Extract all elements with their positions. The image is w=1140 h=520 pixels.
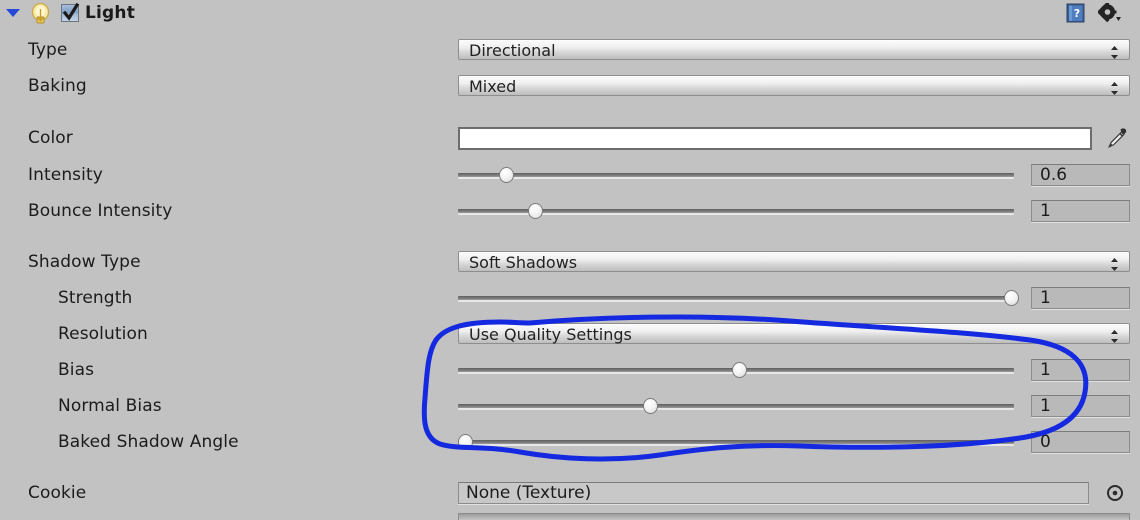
component-header[interactable]: Light ? <box>0 0 1140 28</box>
label-bounce-intensity: Bounce Intensity <box>28 201 173 221</box>
normal-bias-value: 1 <box>1040 396 1051 416</box>
type-dropdown[interactable]: Directional <box>458 39 1130 60</box>
label-strength: Strength <box>58 288 133 308</box>
intensity-value: 0.6 <box>1040 165 1068 185</box>
label-shadow-type: Shadow Type <box>28 252 141 272</box>
row-baked-shadow-angle: Baked Shadow Angle 0 <box>0 430 1140 454</box>
object-picker-icon[interactable] <box>1106 484 1124 502</box>
bounce-intensity-slider[interactable] <box>458 199 1014 223</box>
bias-slider[interactable] <box>458 358 1014 382</box>
normal-bias-number-field[interactable]: 1 <box>1031 395 1130 417</box>
color-swatch-field[interactable] <box>458 127 1092 150</box>
slider-knob[interactable] <box>642 398 658 414</box>
slider-knob[interactable] <box>731 362 747 378</box>
label-color: Color <box>28 128 73 148</box>
label-intensity: Intensity <box>28 165 103 185</box>
row-baking: Baking Mixed <box>0 74 1140 98</box>
row-type: Type Directional <box>0 38 1140 62</box>
light-enabled-checkbox[interactable] <box>61 3 80 22</box>
strength-value: 1 <box>1040 288 1051 308</box>
label-type: Type <box>28 40 68 60</box>
chevron-updown-icon <box>1110 328 1119 343</box>
intensity-number-field[interactable]: 0.6 <box>1031 164 1130 186</box>
baking-dropdown-value: Mixed <box>469 77 517 96</box>
normal-bias-slider[interactable] <box>458 394 1014 418</box>
shadow-type-dropdown[interactable]: Soft Shadows <box>458 251 1130 272</box>
baked-shadow-angle-value: 0 <box>1040 432 1051 452</box>
help-book-icon[interactable]: ? <box>1066 3 1086 24</box>
label-bias: Bias <box>58 360 95 380</box>
row-intensity: Intensity 0.6 <box>0 163 1140 187</box>
next-row-partial[interactable] <box>458 513 1130 520</box>
row-resolution: Resolution Use Quality Settings <box>0 322 1140 346</box>
row-strength: Strength 1 <box>0 286 1140 310</box>
cookie-object-field[interactable]: None (Texture) <box>458 482 1089 504</box>
eyedropper-icon[interactable] <box>1104 127 1128 150</box>
intensity-slider[interactable] <box>458 163 1014 187</box>
shadow-type-dropdown-value: Soft Shadows <box>469 253 578 272</box>
slider-track-highlight <box>458 177 1014 179</box>
baking-dropdown[interactable]: Mixed <box>458 75 1130 96</box>
row-normal-bias: Normal Bias 1 <box>0 394 1140 418</box>
strength-slider[interactable] <box>458 286 1020 310</box>
label-normal-bias: Normal Bias <box>58 396 162 416</box>
row-bounce-intensity: Bounce Intensity 1 <box>0 199 1140 223</box>
chevron-updown-icon <box>1110 44 1119 59</box>
light-bulb-icon <box>31 2 50 25</box>
resolution-dropdown[interactable]: Use Quality Settings <box>458 323 1130 344</box>
label-resolution: Resolution <box>58 324 148 344</box>
bias-number-field[interactable]: 1 <box>1031 359 1130 381</box>
slider-track-highlight <box>458 408 1014 410</box>
component-title: Light <box>85 3 136 23</box>
row-cookie: Cookie None (Texture) <box>0 481 1140 505</box>
foldout-triangle-icon[interactable] <box>6 9 20 17</box>
gear-dropdown-icon[interactable] <box>1097 1 1122 24</box>
strength-number-field[interactable]: 1 <box>1031 287 1130 309</box>
slider-knob[interactable] <box>1004 290 1020 306</box>
unity-inspector-light-panel: Light ? Type Directional Baking Mixed Co… <box>0 0 1140 520</box>
type-dropdown-value: Directional <box>469 41 556 60</box>
resolution-dropdown-value: Use Quality Settings <box>469 325 632 344</box>
baked-shadow-angle-slider[interactable] <box>457 430 1014 454</box>
bounce-intensity-number-field[interactable]: 1 <box>1031 200 1130 222</box>
label-baking: Baking <box>28 76 87 96</box>
baked-shadow-angle-number-field[interactable]: 0 <box>1031 431 1130 453</box>
chevron-updown-icon <box>1110 80 1119 95</box>
row-bias: Bias 1 <box>0 358 1140 382</box>
slider-knob[interactable] <box>528 203 544 219</box>
slider-knob[interactable] <box>457 434 473 450</box>
label-baked-shadow-angle: Baked Shadow Angle <box>58 432 239 452</box>
cookie-value: None (Texture) <box>466 483 592 503</box>
label-cookie: Cookie <box>28 483 87 503</box>
slider-knob[interactable] <box>498 167 514 183</box>
slider-track-highlight <box>458 444 1014 446</box>
svg-text:?: ? <box>1074 7 1080 20</box>
row-shadow-type: Shadow Type Soft Shadows <box>0 250 1140 274</box>
slider-track-highlight <box>458 300 1014 302</box>
chevron-updown-icon <box>1110 256 1119 271</box>
bias-value: 1 <box>1040 360 1051 380</box>
row-color: Color <box>0 126 1140 150</box>
bounce-intensity-value: 1 <box>1040 201 1051 221</box>
